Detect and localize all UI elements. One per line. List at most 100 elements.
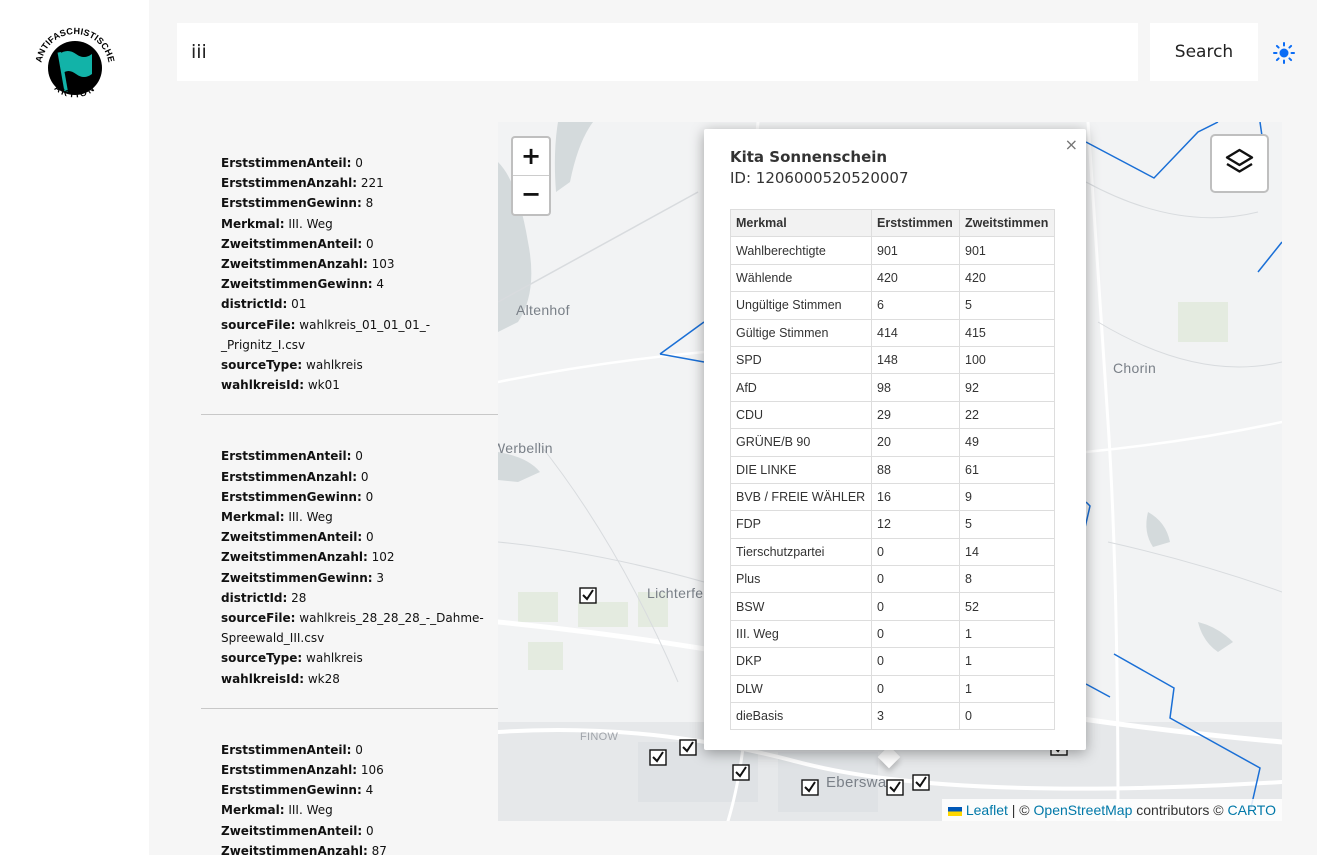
table-cell: 0 xyxy=(871,565,960,594)
table-cell: 14 xyxy=(959,537,1055,567)
search-input[interactable] xyxy=(177,23,1138,81)
result-card[interactable]: ErststimmenAnteil: 0 ErststimmenAnzahl: 1… xyxy=(201,709,498,855)
table-row: FDP 12 5 xyxy=(730,510,1055,539)
result-field: ErststimmenAnteil: 0 xyxy=(221,740,498,760)
table-column-header: Zweitstimmen xyxy=(959,208,1055,238)
result-field-key: sourceFile: xyxy=(221,317,296,332)
result-field-value: III. Weg xyxy=(288,510,333,525)
table-row: Wählende 420 420 xyxy=(730,263,1055,293)
table-row: BVB / FREIE WÄHLER 16 9 xyxy=(730,482,1055,512)
result-field: districtId: 28 xyxy=(221,588,498,608)
result-field-value: wk28 xyxy=(307,671,340,686)
antifa-logo[interactable]: ANTIFASCHISTISCHE AKTION xyxy=(32,24,118,108)
table-cell: 8 xyxy=(959,565,1055,594)
map-label-werbellin: Werbellin xyxy=(498,440,553,456)
table-cell: Gültige Stimmen xyxy=(730,318,872,347)
table-cell: 148 xyxy=(871,345,960,375)
table-row: Wahlberechtigte 901 901 xyxy=(730,236,1055,265)
table-cell: 420 xyxy=(959,263,1055,293)
polling-station-marker[interactable] xyxy=(579,584,597,604)
table-cell: 1 xyxy=(959,647,1055,676)
result-field: ZweitstimmenAnzahl: 102 xyxy=(221,547,498,567)
table-cell: 0 xyxy=(871,647,960,676)
table-cell: DIE LINKE xyxy=(730,455,872,484)
table-cell: DKP xyxy=(730,647,872,676)
table-row: dieBasis 3 0 xyxy=(730,702,1055,731)
map-label-lichterfelde: Lichterfel xyxy=(647,585,707,601)
sun-icon[interactable] xyxy=(1272,41,1296,65)
map[interactable]: Altenhof Werbellin Chorin Lichterfel FIN… xyxy=(498,122,1282,821)
polling-station-marker[interactable] xyxy=(801,776,819,796)
results-list: ErststimmenAnteil: 0 ErststimmenAnzahl: 2… xyxy=(201,122,498,855)
polling-station-marker[interactable] xyxy=(679,736,697,756)
result-field-key: Merkmal: xyxy=(221,216,285,231)
result-field-key: ZweitstimmenAnzahl: xyxy=(221,843,368,855)
result-card[interactable]: ErststimmenAnteil: 0 ErststimmenAnzahl: 2… xyxy=(201,122,498,416)
result-field: ErststimmenGewinn: 4 xyxy=(221,780,498,800)
result-field-key: ZweitstimmenAnteil: xyxy=(221,236,363,251)
polling-station-marker[interactable] xyxy=(649,746,667,766)
result-field-key: ErststimmenAnzahl: xyxy=(221,469,358,484)
table-cell: 98 xyxy=(871,373,960,402)
result-field-key: ErststimmenAnzahl: xyxy=(221,176,358,191)
table-cell: Wählende xyxy=(730,263,872,293)
table-cell: 0 xyxy=(871,619,960,649)
polling-station-marker[interactable] xyxy=(912,771,930,791)
result-field-key: ErststimmenAnteil: xyxy=(221,742,352,757)
table-cell: GRÜNE/B 90 xyxy=(730,428,872,457)
polling-station-marker[interactable] xyxy=(886,776,904,796)
table-cell: 0 xyxy=(871,592,960,621)
table-cell: CDU xyxy=(730,400,872,430)
table-cell: 88 xyxy=(871,455,960,484)
results-table: Merkmal Erststimmen Zweitstimmen Wahlberec… xyxy=(730,208,1055,731)
result-field: wahlkreisId: wk01 xyxy=(221,375,498,395)
table-cell: 1 xyxy=(959,619,1055,649)
table-cell: 0 xyxy=(871,674,960,704)
table-row: DLW 0 1 xyxy=(730,674,1055,704)
table-cell: SPD xyxy=(730,345,872,375)
table-cell: 420 xyxy=(871,263,960,293)
zoom-out-button[interactable]: − xyxy=(513,176,549,214)
result-card[interactable]: ErststimmenAnteil: 0 ErststimmenAnzahl: 0… xyxy=(201,415,498,709)
table-cell: 20 xyxy=(871,428,960,457)
result-field-value: 3 xyxy=(376,570,384,585)
zoom-control: + − xyxy=(511,136,551,216)
openstreetmap-link[interactable]: OpenStreetMap xyxy=(1034,802,1133,818)
polling-station-marker[interactable] xyxy=(732,761,750,781)
attribution-separator: | © xyxy=(1011,802,1030,818)
result-field: ZweitstimmenAnteil: 0 xyxy=(221,821,498,841)
table-header-row: Merkmal Erststimmen Zweitstimmen xyxy=(730,208,1055,238)
result-field-value: 0 xyxy=(355,449,363,464)
result-field: ZweitstimmenGewinn: 4 xyxy=(221,274,498,294)
result-field-key: wahlkreisId: xyxy=(221,671,304,686)
table-row: BSW 0 52 xyxy=(730,592,1055,621)
table-cell: dieBasis xyxy=(730,702,872,731)
table-cell: Tierschutzpartei xyxy=(730,537,872,567)
result-field-key: ErststimmenGewinn: xyxy=(221,783,362,798)
table-cell: 61 xyxy=(959,455,1055,484)
result-field: ZweitstimmenAnteil: 0 xyxy=(221,527,498,547)
result-field: ZweitstimmenAnzahl: 103 xyxy=(221,254,498,274)
result-field: ErststimmenGewinn: 8 xyxy=(221,193,498,213)
result-field-value: 28 xyxy=(291,590,307,605)
zoom-in-button[interactable]: + xyxy=(513,138,549,176)
search-button[interactable]: Search xyxy=(1150,23,1258,81)
carto-link[interactable]: CARTO xyxy=(1228,802,1277,818)
result-field-value: 0 xyxy=(365,489,374,504)
result-field-value: wk01 xyxy=(307,378,340,393)
result-field-value: 106 xyxy=(360,763,384,778)
result-field-value: III. Weg xyxy=(288,216,333,231)
table-cell: AfD xyxy=(730,373,872,402)
table-cell: 0 xyxy=(871,537,960,567)
table-cell: 29 xyxy=(871,400,960,430)
popup-close-button[interactable]: × xyxy=(1065,135,1078,154)
result-field-key: ZweitstimmenAnteil: xyxy=(221,530,363,545)
table-cell: 100 xyxy=(959,345,1055,375)
result-field: Merkmal: III. Weg xyxy=(221,214,498,234)
result-field-key: ErststimmenGewinn: xyxy=(221,489,362,504)
table-cell: 415 xyxy=(959,318,1055,347)
table-row: DIE LINKE 88 61 xyxy=(730,455,1055,484)
layers-control-button[interactable] xyxy=(1210,134,1269,193)
table-cell: Ungültige Stimmen xyxy=(730,291,872,320)
leaflet-link[interactable]: Leaflet xyxy=(966,802,1008,818)
